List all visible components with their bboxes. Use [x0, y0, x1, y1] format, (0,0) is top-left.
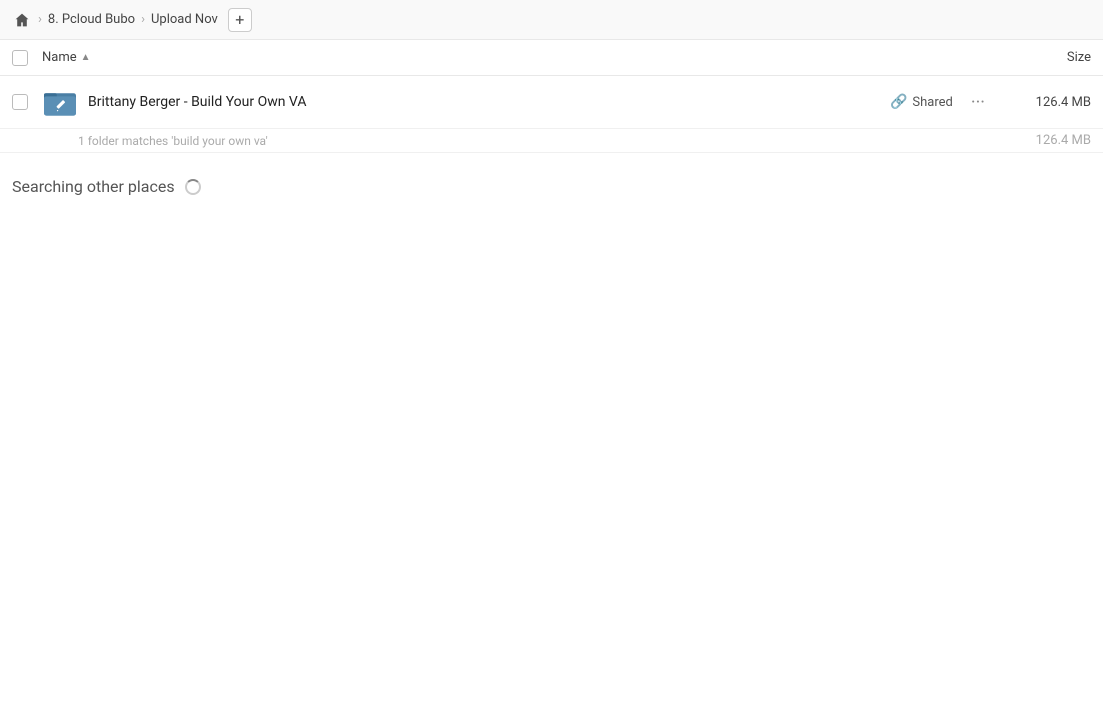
file-checkbox-col [12, 94, 42, 110]
name-column-header[interactable]: Name ▲ [42, 50, 971, 65]
breadcrumb: › 8. Pcloud Bubo › Upload Nov + [12, 8, 252, 32]
add-tab-button[interactable]: + [228, 8, 252, 32]
file-size: 126.4 MB [991, 95, 1091, 110]
match-text: 1 folder matches 'build your own va' [78, 134, 991, 148]
file-row[interactable]: Brittany Berger - Build Your Own VA 🔗 Sh… [0, 76, 1103, 129]
breadcrumb-separator-1: › [38, 12, 42, 27]
more-options-button[interactable]: ··· [965, 90, 991, 115]
breadcrumb-item-1[interactable]: 8. Pcloud Bubo [48, 12, 135, 27]
home-icon [14, 12, 30, 28]
breadcrumb-item-2[interactable]: Upload Nov [151, 12, 218, 27]
sort-icon: ▲ [81, 52, 91, 63]
match-size: 126.4 MB [991, 133, 1091, 148]
header-checkbox-col [12, 50, 42, 66]
searching-label: Searching other places [12, 177, 175, 196]
file-icon-wrap [42, 84, 78, 120]
file-actions: 🔗 Shared ··· [890, 90, 991, 115]
loading-spinner [185, 179, 201, 195]
breadcrumb-separator-2: › [141, 12, 145, 27]
shared-label: Shared [912, 95, 952, 110]
column-header: Name ▲ Size [0, 40, 1103, 76]
file-row-checkbox[interactable] [12, 94, 28, 110]
file-name: Brittany Berger - Build Your Own VA [88, 94, 890, 110]
size-column-header: Size [971, 50, 1091, 65]
top-bar: › 8. Pcloud Bubo › Upload Nov + [0, 0, 1103, 40]
link-icon: 🔗 [890, 94, 907, 110]
home-button[interactable] [12, 10, 32, 30]
select-all-checkbox[interactable] [12, 50, 28, 66]
folder-icon [44, 86, 76, 118]
match-info-row: 1 folder matches 'build your own va' 126… [0, 129, 1103, 153]
shared-badge: 🔗 Shared [890, 94, 953, 110]
name-column-label: Name [42, 50, 77, 65]
searching-section: Searching other places [0, 153, 1103, 220]
